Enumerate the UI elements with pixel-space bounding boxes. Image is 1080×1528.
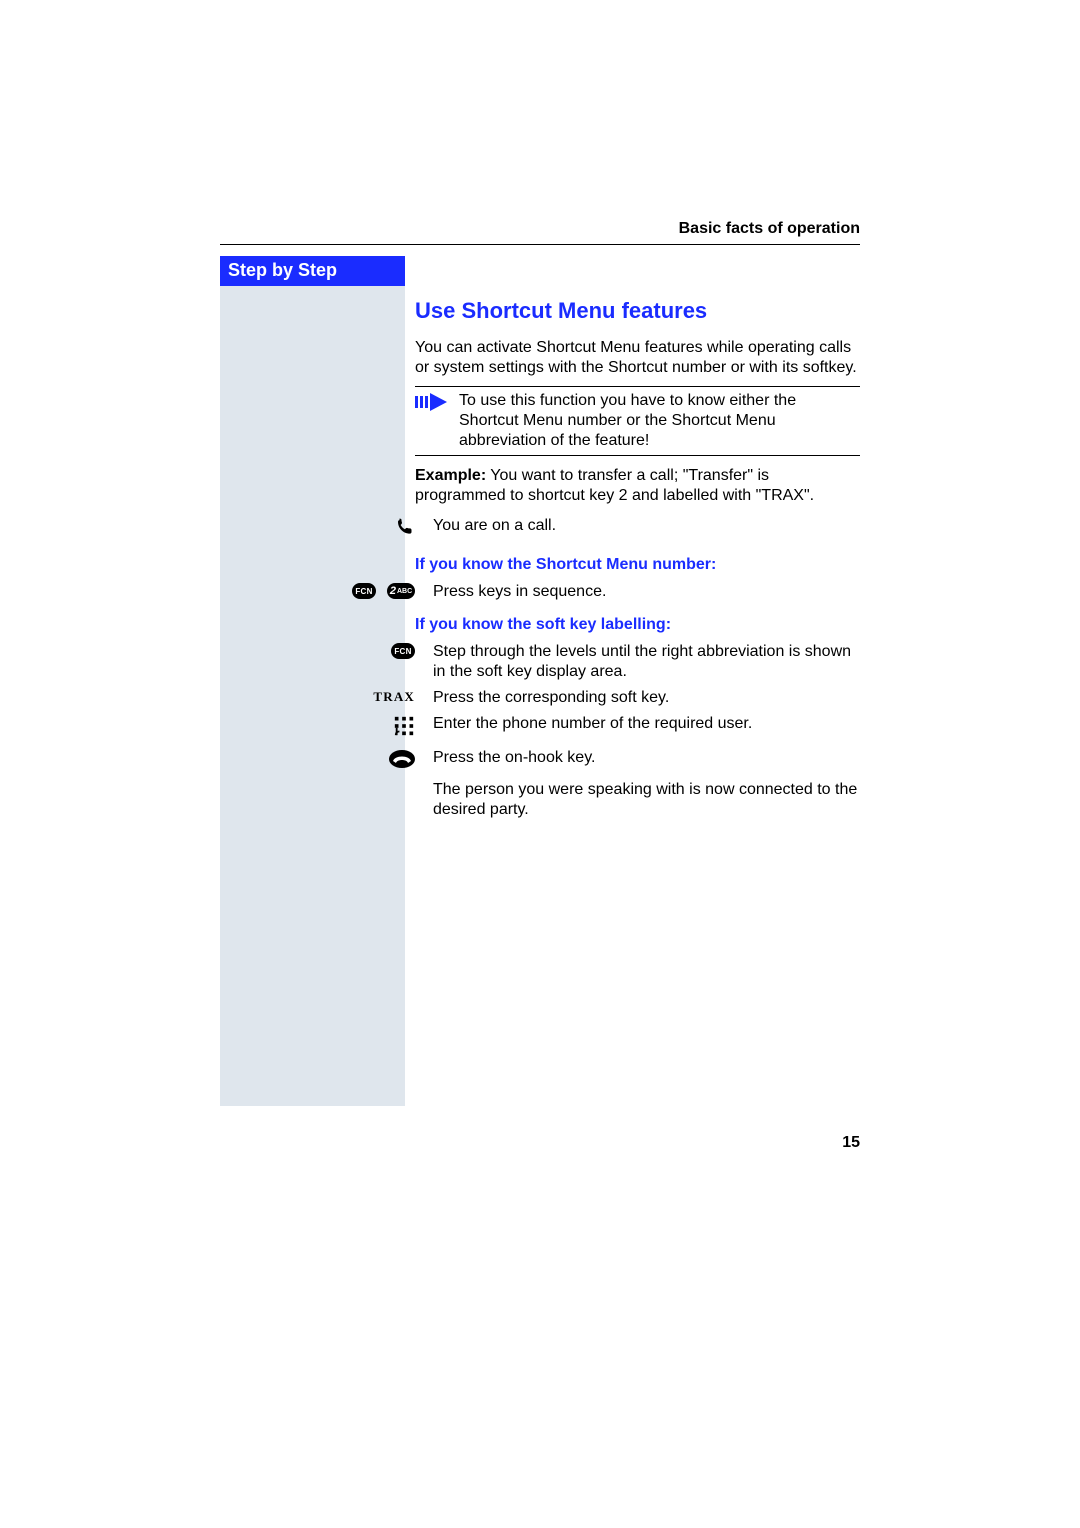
subhead-softkey-label: If you know the soft key labelling: (415, 616, 860, 634)
note-block: To use this function you have to know ei… (415, 391, 860, 451)
step-on-call: You are on a call. (405, 516, 860, 542)
on-hook-icon (389, 749, 415, 774)
step-onhook: Press the on-hook key. (405, 748, 860, 774)
note-rule-bottom (415, 455, 860, 456)
step-on-call-text: You are on a call. (423, 516, 860, 536)
running-head: Basic facts of operation (679, 220, 860, 238)
step-fcn-text: Step through the levels until the right … (423, 642, 860, 682)
off-hook-icon (395, 517, 415, 542)
example-paragraph: Example: You want to transfer a call; "T… (415, 466, 860, 506)
step-dialpad: Enter the phone number of the required u… (405, 714, 860, 742)
document-page: Basic facts of operation Step by Step Us… (0, 0, 1080, 1528)
step-trax-text: Press the corresponding soft key. (423, 688, 860, 708)
dialpad-icon (393, 715, 415, 742)
intro-paragraph: You can activate Shortcut Menu features … (415, 338, 860, 378)
sidebar-title: Step by Step (220, 256, 405, 286)
trax-softkey-label: TRAX (373, 689, 415, 705)
note-text: To use this function you have to know ei… (459, 391, 860, 451)
subhead-shortcut-number: If you know the Shortcut Menu number: (415, 556, 860, 574)
section-heading: Use Shortcut Menu features (415, 298, 860, 324)
step-result: The person you were speaking with is now… (405, 780, 860, 820)
sidebar: Step by Step (220, 256, 405, 1106)
step-press-keys: FCN 2ABC Press keys in sequence. (405, 582, 860, 602)
step-dialpad-text: Enter the phone number of the required u… (423, 714, 860, 734)
fcn-key-icon: FCN (352, 583, 376, 599)
main-content: Use Shortcut Menu features You can activ… (405, 256, 860, 826)
step-press-keys-text: Press keys in sequence. (423, 582, 860, 602)
attention-arrow-icon (415, 391, 447, 413)
step-onhook-text: Press the on-hook key. (423, 748, 860, 768)
example-label: Example: (415, 467, 486, 484)
step-result-text: The person you were speaking with is now… (423, 780, 860, 820)
fcn-key-icon: FCN (391, 643, 415, 659)
page-number: 15 (842, 1134, 860, 1152)
step-trax: TRAX Press the corresponding soft key. (405, 688, 860, 708)
key-2abc-icon: 2ABC (387, 583, 415, 599)
head-rule (220, 244, 860, 245)
step-fcn: FCN Step through the levels until the ri… (405, 642, 860, 682)
note-rule-top (415, 386, 860, 387)
